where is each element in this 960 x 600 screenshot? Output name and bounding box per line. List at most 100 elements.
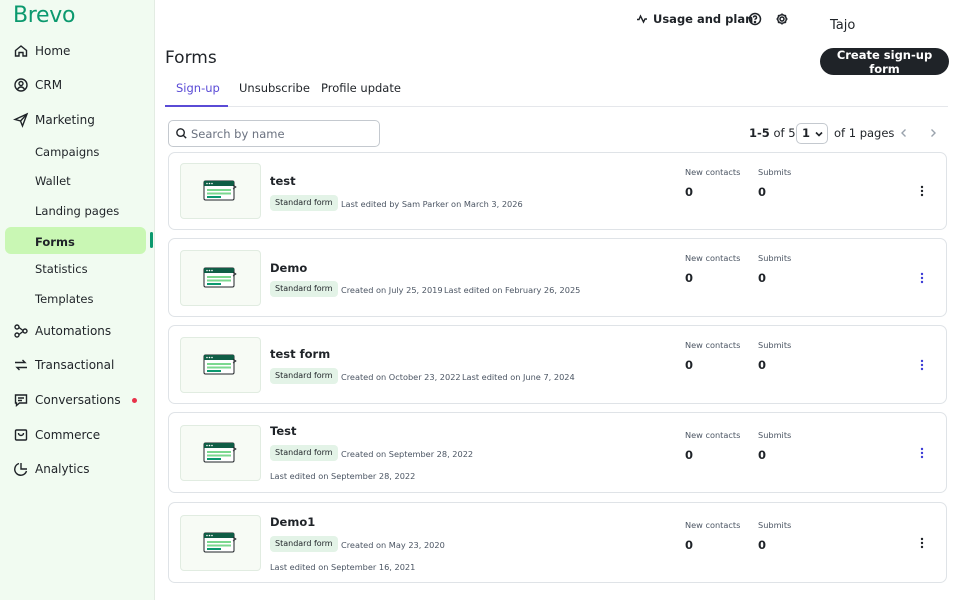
active-tab-underline xyxy=(165,105,228,107)
more-options-icon[interactable] xyxy=(914,445,930,461)
more-options-icon[interactable] xyxy=(914,183,930,199)
sidebar-item-landing-pages[interactable]: Landing pages xyxy=(0,196,154,226)
form-name[interactable]: Demo1 xyxy=(270,515,315,529)
new-contacts-label: New contacts xyxy=(685,340,741,350)
sidebar-item-label: Home xyxy=(35,44,71,58)
sidebar-item-forms[interactable]: Forms xyxy=(0,227,154,257)
range-value: 1-5 xyxy=(749,126,770,140)
chevron-left-icon[interactable] xyxy=(898,127,910,139)
form-preview-icon xyxy=(203,532,237,553)
new-contacts-value: 0 xyxy=(685,358,694,372)
submits-value: 0 xyxy=(758,271,767,285)
sidebar-item-wallet[interactable]: Wallet xyxy=(0,166,154,196)
submits-label: Submits xyxy=(758,253,792,263)
form-card[interactable]: test Standard form Last edited by Sam Park… xyxy=(168,152,947,230)
form-preview-icon xyxy=(203,354,237,375)
sidebar-item-conversations[interactable]: Conversations xyxy=(0,385,154,415)
sidebar-item-analytics[interactable]: Analytics xyxy=(0,454,154,484)
form-card[interactable]: Test Standard form Created on September 28… xyxy=(168,412,947,493)
sidebar-item-label: Wallet xyxy=(35,174,71,188)
sidebar-item-label: Marketing xyxy=(35,113,95,127)
notification-dot xyxy=(132,398,137,403)
user-name[interactable]: Tajo xyxy=(830,18,855,33)
sidebar-item-home[interactable]: Home xyxy=(0,36,154,66)
edited-date: Last edited by Sam Parker on March 3, 20… xyxy=(341,199,523,209)
chevron-right-icon[interactable] xyxy=(927,127,939,139)
form-name[interactable]: Test xyxy=(270,424,296,438)
tab-sign-up[interactable]: Sign-up xyxy=(176,81,220,95)
created-date: Created on May 23, 2020 xyxy=(341,540,445,550)
form-thumbnail[interactable] xyxy=(180,163,261,219)
submits-label: Submits xyxy=(758,167,792,177)
created-date: Created on October 23, 2022 xyxy=(341,372,461,382)
tab-unsubscribe[interactable]: Unsubscribe xyxy=(239,81,310,95)
form-preview-icon xyxy=(203,180,237,201)
activity-icon xyxy=(637,14,647,24)
sidebar-item-automations[interactable]: Automations xyxy=(0,316,154,346)
new-contacts-value: 0 xyxy=(685,448,694,462)
more-options-icon[interactable] xyxy=(914,357,930,373)
edited-date: Last edited on September 28, 2022 xyxy=(270,471,416,481)
more-options-icon[interactable] xyxy=(914,270,930,286)
more-options-icon[interactable] xyxy=(914,535,930,551)
form-type-badge: Standard form xyxy=(270,368,338,384)
gear-icon[interactable] xyxy=(774,11,790,27)
contact-icon xyxy=(14,78,28,92)
edited-date: Last edited on September 16, 2021 xyxy=(270,562,416,572)
analytics-icon xyxy=(14,462,28,476)
form-card[interactable]: test form Standard form Created on October… xyxy=(168,325,947,404)
sidebar-item-commerce[interactable]: Commerce xyxy=(0,420,154,450)
form-name[interactable]: test form xyxy=(270,347,330,361)
submits-label: Submits xyxy=(758,520,792,530)
sidebar-item-label: Commerce xyxy=(35,428,101,442)
new-contacts-label: New contacts xyxy=(685,167,741,177)
usage-and-plan-label: Usage and plan xyxy=(653,12,754,26)
total-count: 5 xyxy=(788,126,796,140)
created-date: Created on July 25, 2019 xyxy=(341,285,443,295)
usage-and-plan-button[interactable]: Usage and plan xyxy=(636,11,753,27)
edited-date: Last edited on February 26, 2025 xyxy=(444,285,581,295)
form-thumbnail[interactable] xyxy=(180,250,261,306)
form-card[interactable]: Demo1 Standard form Created on May 23, 202… xyxy=(168,502,947,583)
commerce-icon xyxy=(14,429,28,441)
sidebar-item-marketing[interactable]: Marketing xyxy=(0,105,154,135)
submits-value: 0 xyxy=(758,185,767,199)
sidebar-item-label: Campaigns xyxy=(35,145,100,159)
form-type-badge: Standard form xyxy=(270,195,338,211)
page-select[interactable]: 1 xyxy=(796,123,828,144)
transactional-icon xyxy=(15,359,27,371)
form-preview-icon xyxy=(203,267,237,288)
form-thumbnail[interactable] xyxy=(180,337,261,393)
sidebar-item-crm[interactable]: CRM xyxy=(0,70,154,100)
pagination-range: 1-5 of 5 xyxy=(749,122,796,144)
form-thumbnail[interactable] xyxy=(180,515,261,571)
of-label: of xyxy=(773,126,785,140)
create-signup-form-button[interactable]: Create sign-up form xyxy=(820,48,949,76)
form-thumbnail[interactable] xyxy=(180,425,261,481)
search-input[interactable] xyxy=(191,124,375,143)
tab-profile-update[interactable]: Profile update xyxy=(321,81,401,95)
current-page: 1 xyxy=(802,126,811,140)
sidebar-item-templates[interactable]: Templates xyxy=(0,284,154,314)
form-name[interactable]: Demo xyxy=(270,261,307,275)
new-contacts-value: 0 xyxy=(685,271,694,285)
new-contacts-label: New contacts xyxy=(685,430,741,440)
home-icon xyxy=(14,45,28,57)
sidebar-item-label: Transactional xyxy=(35,358,115,372)
brevo-logo[interactable]: Brevo xyxy=(13,3,75,28)
pages-label: of 1 pages xyxy=(834,126,895,140)
sidebar-item-label: Conversations xyxy=(35,393,121,407)
sidebar-item-label: CRM xyxy=(35,78,63,92)
form-type-badge: Standard form xyxy=(270,445,338,461)
form-name[interactable]: test xyxy=(270,174,296,188)
sidebar-item-campaigns[interactable]: Campaigns xyxy=(0,137,154,167)
sidebar-item-label: Forms xyxy=(35,235,75,249)
new-contacts-label: New contacts xyxy=(685,253,741,263)
help-icon[interactable] xyxy=(747,11,763,27)
form-card[interactable]: Demo Standard form Created on July 25, 201… xyxy=(168,238,947,317)
sidebar-item-statistics[interactable]: Statistics xyxy=(0,254,154,284)
submits-value: 0 xyxy=(758,358,767,372)
sidebar-item-transactional[interactable]: Transactional xyxy=(0,350,154,380)
sidebar-item-label: Automations xyxy=(35,324,112,338)
form-type-badge: Standard form xyxy=(270,536,338,552)
